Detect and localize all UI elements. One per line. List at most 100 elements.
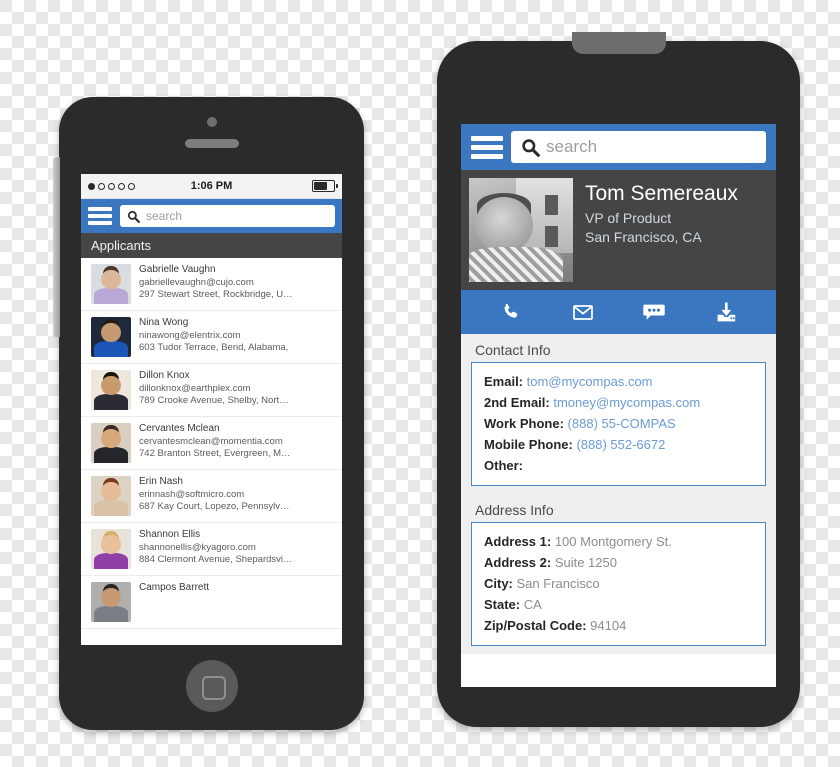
- search-placeholder: search: [146, 209, 183, 223]
- list-item-name: Nina Wong: [139, 317, 189, 328]
- search-placeholder: search: [546, 137, 598, 156]
- field-row: 2nd Email: tmoney@mycompas.com: [484, 392, 755, 413]
- screen-contact-detail: search Tom Semereaux VP of Product San F…: [461, 124, 776, 687]
- field-label: 2nd Email:: [484, 395, 550, 411]
- avatar-dillon-knox: [91, 370, 131, 410]
- avatar-erin-nash: [91, 476, 131, 516]
- avatar-campos-barrett: [91, 582, 131, 622]
- field-value: 94104: [586, 618, 627, 634]
- field-label: City:: [484, 576, 513, 592]
- status-bar: 1:06 PM: [81, 174, 342, 199]
- field-row: State: CA: [484, 594, 755, 615]
- list-item-address: 687 Kay Court, Lopezo, Pennsylv…: [139, 500, 290, 512]
- phone-device-right: search Tom Semereaux VP of Product San F…: [437, 32, 800, 727]
- field-label: State:: [484, 597, 521, 613]
- profile-title: VP of Product: [585, 210, 672, 227]
- field-row: Email: tom@mycompas.com: [484, 371, 755, 392]
- field-value[interactable]: tom@mycompas.com: [523, 374, 653, 389]
- navbar-right: search: [461, 124, 776, 170]
- avatar-nina-wong: [91, 317, 131, 357]
- list-item[interactable]: Gabrielle Vaughn gabriellevaughn@cujo.com…: [81, 258, 342, 311]
- address-info-title: Address Info: [475, 502, 554, 519]
- list-item-name: Cervantes Mclean: [139, 423, 220, 434]
- avatar-cervantes-mclean: [91, 423, 131, 463]
- list-item-email: dillonknox@earthplex.com: [139, 382, 251, 394]
- search-icon: [522, 138, 540, 157]
- address-info-section: Address Info Address 1: 100 Montgomery S…: [461, 494, 776, 655]
- field-label: Work Phone:: [484, 416, 564, 432]
- list-item-name: Dillon Knox: [139, 370, 190, 381]
- section-header-applicants: Applicants: [81, 233, 342, 258]
- list-item-address: 884 Clermont Avenue, Shepardsvi…: [139, 553, 293, 565]
- list-item-name: Campos Barrett: [139, 582, 210, 593]
- field-value: 100 Montgomery St.: [551, 534, 672, 550]
- contact-info-section: Contact Info Email: tom@mycompas.com 2nd …: [461, 334, 776, 495]
- field-row: Zip/Postal Code: 94104: [484, 615, 755, 636]
- avatar-gabrielle-vaughn: [91, 264, 131, 304]
- home-button-square-icon: [201, 676, 226, 700]
- profile-name: Tom Semereaux: [585, 182, 738, 205]
- chat-icon[interactable]: [634, 297, 674, 327]
- contact-info-title: Contact Info: [475, 342, 551, 358]
- field-value[interactable]: (888) 55-COMPAS: [564, 416, 676, 431]
- field-value: San Francisco: [512, 576, 600, 592]
- earpiece-speaker-notch: [571, 32, 666, 54]
- field-label: Zip/Postal Code:: [484, 618, 587, 634]
- list-item-name: Gabrielle Vaughn: [139, 264, 216, 275]
- avatar-shannon-ellis: [91, 529, 131, 569]
- phone-device-left: 1:06 PM search Applicants Gabrielle Vaug…: [53, 97, 364, 730]
- field-label: Address 2:: [484, 555, 552, 571]
- profile-location: San Francisco, CA: [585, 229, 702, 246]
- list-item-email: ninawong@elentrix.com: [139, 329, 241, 341]
- list-item-name: Erin Nash: [139, 476, 183, 487]
- field-row: Work Phone: (888) 55-COMPAS: [484, 413, 755, 434]
- list-item[interactable]: Erin Nash erinnash@softmicro.com 687 Kay C…: [81, 470, 342, 523]
- navbar-left: search: [81, 199, 342, 233]
- field-value[interactable]: tmoney@mycompas.com: [550, 395, 700, 410]
- field-row: Address 1: 100 Montgomery St.: [484, 531, 755, 552]
- status-bar-clock: 1:06 PM: [190, 180, 233, 192]
- phone-icon[interactable]: [491, 297, 531, 327]
- list-item[interactable]: Dillon Knox dillonknox@earthplex.com 789 C…: [81, 364, 342, 417]
- profile-header: Tom Semereaux VP of Product San Francisc…: [461, 170, 776, 290]
- field-value: Suite 1250: [551, 555, 617, 571]
- field-row: Address 2: Suite 1250: [484, 552, 755, 573]
- field-value[interactable]: (888) 552-6672: [573, 437, 665, 452]
- address-info-panel: Address 1: 100 Montgomery St. Address 2: …: [471, 522, 766, 647]
- field-value: CA: [520, 597, 542, 613]
- battery-icon: [312, 180, 338, 192]
- list-item[interactable]: Campos Barrett: [81, 576, 342, 629]
- list-item-email: erinnash@softmicro.com: [139, 488, 245, 500]
- list-item-email: shannonellis@kyagoro.com: [139, 541, 256, 553]
- screen-applicants-list: 1:06 PM search Applicants Gabrielle Vaug…: [81, 174, 342, 645]
- search-input[interactable]: search: [120, 205, 335, 227]
- profile-photo-tom-semereaux: [469, 178, 573, 282]
- field-label: Email:: [484, 374, 524, 389]
- section-header-label: Applicants: [91, 238, 151, 253]
- list-item-address: 297 Stewart Street, Rockbridge, U…: [139, 288, 293, 300]
- list-item[interactable]: Nina Wong ninawong@elentrix.com 603 Tudor …: [81, 311, 342, 364]
- contact-info-panel: Email: tom@mycompas.com 2nd Email: tmoney…: [471, 362, 766, 487]
- contact-action-bar: [461, 290, 776, 334]
- list-item-name: Shannon Ellis: [139, 529, 201, 540]
- field-row: Other:: [484, 455, 755, 476]
- envelope-icon[interactable]: [563, 297, 603, 327]
- applicants-list[interactable]: Gabrielle Vaughn gabriellevaughn@cujo.com…: [81, 258, 342, 643]
- field-row: City: San Francisco: [484, 573, 755, 594]
- list-item[interactable]: Cervantes Mclean cervantesmclean@momentia…: [81, 417, 342, 470]
- list-item-email: gabriellevaughn@cujo.com: [139, 276, 254, 288]
- field-label: Other:: [484, 458, 523, 474]
- list-item[interactable]: Shannon Ellis shannonellis@kyagoro.com 884…: [81, 523, 342, 576]
- field-label: Mobile Phone:: [484, 437, 573, 453]
- front-camera-icon: [206, 117, 217, 127]
- search-input[interactable]: search: [511, 131, 766, 163]
- download-icon[interactable]: [706, 297, 746, 327]
- list-item-email: cervantesmclean@momentia.com: [139, 435, 283, 447]
- search-icon: [127, 210, 140, 223]
- field-row: Mobile Phone: (888) 552-6672: [484, 434, 755, 455]
- earpiece-speaker: [184, 139, 239, 148]
- hamburger-menu-icon[interactable]: [471, 135, 503, 159]
- home-button[interactable]: [185, 660, 238, 712]
- field-label: Address 1:: [484, 534, 552, 550]
- hamburger-menu-icon[interactable]: [88, 207, 112, 225]
